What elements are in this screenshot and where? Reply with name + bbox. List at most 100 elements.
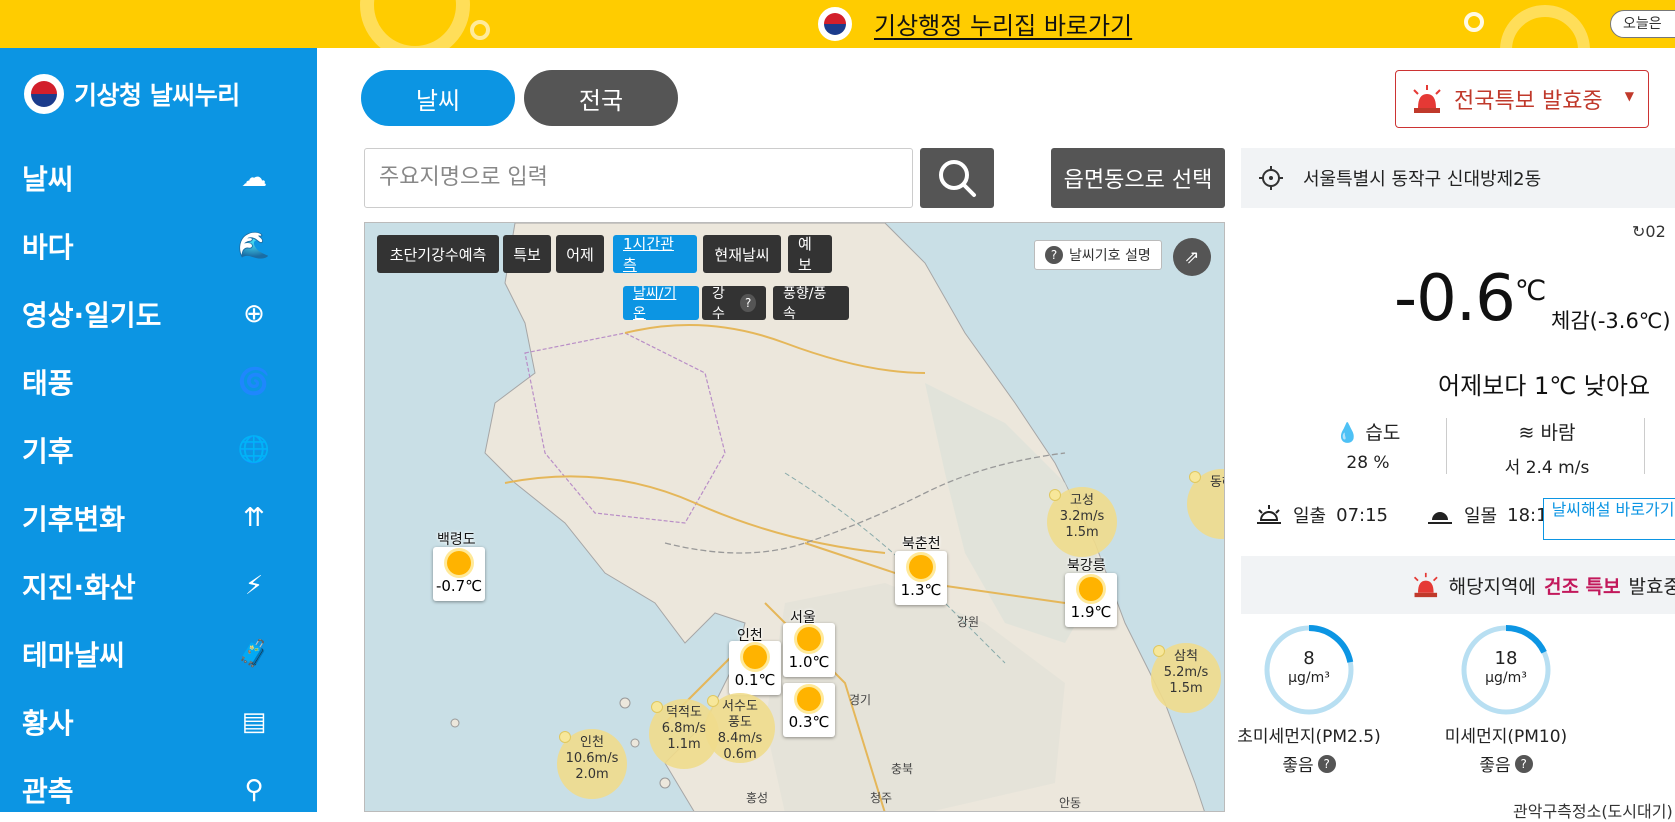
sea-level-rise-icon: ⇈ [243,503,265,533]
siren-icon [1413,85,1441,113]
sidebar-item[interactable]: 영상·일기도 ⊕ [0,280,317,348]
map-place-label: 홍성 [746,791,769,805]
map-subtab[interactable]: 풍향/풍속 [773,286,849,322]
gauge-unit: μg/m³ [1288,670,1330,686]
sidebar-item[interactable]: 관측 ⚲ [0,756,317,812]
station-temp: 1.0℃ [788,653,830,671]
regional-alert-banner[interactable]: 해당지역에 건조 특보 발효중 [1241,556,1675,614]
search-input[interactable]: 주요지명으로 입력 [364,148,913,208]
gauge-value: 18 [1494,648,1518,669]
map-tab[interactable]: 예보 [788,235,832,274]
sun-icon [909,555,933,579]
weather-map[interactable]: 초단기강수예측 특보 어제 1시간관측 현재날씨 예보 날씨/기온 강수? 풍향/풍속 ? 날… [364,222,1225,812]
sidebar-item-label: 황사 [22,707,74,740]
air-quality-gauge: 18 μg/m³ 미세먼지(PM10) 좋음? [1420,624,1592,776]
today-button[interactable]: 오늘은 [1610,10,1675,38]
station-marker[interactable]: 1.3℃ [895,551,947,605]
station-marker[interactable]: 0.3℃ [783,683,835,737]
sidebar-item-label: 날씨 [22,163,74,196]
map-place-label: 충북 [891,762,914,776]
map-tab[interactable]: 어제 [556,235,604,273]
national-alert-dropdown[interactable]: 전국특보 발효중 ▼ [1395,70,1649,128]
wind-icon: ≋ [1518,422,1535,444]
weather-symbol-legend-button[interactable]: ? 날씨기호 설명 [1034,240,1162,270]
wind-label: 바람 [1540,422,1576,444]
caret-down-icon: ▼ [1624,89,1634,103]
divider [1644,418,1645,474]
brand-logo[interactable]: 기상청 날씨누리 [24,74,240,114]
help-icon[interactable]: ? [740,294,756,312]
map-place-label: 경기 [849,693,872,707]
decor-circle [470,20,490,40]
station-temp: 1.9℃ [1070,603,1112,621]
buoy-wind: 3.2m/s [1059,509,1105,524]
map-place-label: 청주 [870,791,893,805]
map-subtab-label: 풍향/풍속 [783,286,827,322]
observation-icon: ⚲ [244,775,264,805]
top-banner: 기상행정 누리집 바로가기 오늘은 [0,0,1675,48]
select-by-dong-button[interactable]: 읍면동으로 선택 [1051,148,1225,208]
buoy-wave: 0.6m [723,747,757,762]
decor-circle [1500,5,1590,48]
sidebar-item[interactable]: 바다 🌊 [0,212,317,280]
admin-portal-link[interactable]: 기상행정 누리집 바로가기 [818,6,1132,41]
sidebar-item-label: 테마날씨 [22,639,126,672]
gauge-unit: μg/m³ [1485,670,1527,686]
sunrise-time: 07:15 [1336,504,1388,526]
refresh-button[interactable]: ↻02 [1632,222,1666,241]
taegeuk-logo-icon [818,6,852,41]
station-temp: -0.7℃ [435,577,483,595]
station-marker[interactable]: 0.1℃ [729,641,781,695]
sun-icon [743,645,767,669]
current-temperature: -0.6℃ [1394,262,1546,336]
wind-value: 서 2.4 m/s [1504,458,1590,478]
sun-icon [1079,577,1103,601]
station-name: 백령도 [437,532,476,548]
search-button[interactable] [920,148,994,208]
station-marker[interactable]: 1.9℃ [1065,573,1117,627]
regional-alert-prefix: 해당지역에 [1448,575,1536,598]
sunrise-sunset-row: 일출 07:15 일몰 18:15 [1255,502,1559,528]
sea-buoy-marker[interactable]: 고성 3.2m/s 1.5m [1047,487,1117,557]
sea-buoy-marker[interactable]: 삼척 5.2m/s 1.5m [1151,643,1221,713]
current-location-bar[interactable]: 서울특별시 동작구 신대방제2동 [1241,148,1675,208]
sea-buoy-marker[interactable]: 서수도 풍도 8.4m/s 0.6m [705,693,775,763]
sidebar-item[interactable]: 황사 ▤ [0,688,317,756]
gauge-status: 좋음 [1282,756,1314,776]
help-icon[interactable]: ? [1514,754,1533,773]
sun-icon [447,551,471,575]
map-subtab[interactable]: 날씨/기온 [623,286,699,322]
sidebar-item[interactable]: 테마날씨 🧳 [0,620,317,688]
admin-portal-link-label[interactable]: 기상행정 누리집 바로가기 [874,6,1132,41]
map-subtab[interactable]: 강수? [702,286,766,322]
sidebar-item[interactable]: 기후변화 ⇈ [0,484,317,552]
weather-description-button[interactable]: 날씨해설 바로가기 [1543,498,1675,540]
search-icon [939,160,976,197]
map-place-label: 안동 [1059,796,1082,810]
brand-name: 기상청 날씨누리 [74,81,240,110]
external-link-icon[interactable]: ⇗ [1173,238,1211,276]
sea-buoy-marker[interactable]: 인천 10.6m/s 2.0m [557,729,627,799]
help-icon[interactable]: ? [1317,754,1336,773]
station-name: 북춘천 [902,536,941,552]
tab-weather[interactable]: 날씨 [361,70,515,126]
station-marker[interactable]: 1.0℃ [783,623,835,677]
gauge-ring: 18 μg/m³ [1460,624,1552,716]
current-temperature-value: -0.6 [1394,262,1516,336]
weather-icon: ☁ [241,163,267,193]
globe-thermometer-icon: 🌐 [237,435,271,465]
sidebar-item[interactable]: 지진·화산 ⚡ [0,552,317,620]
map-tab[interactable]: 초단기강수예측 [377,235,499,273]
station-marker[interactable]: -0.7℃ [433,547,485,601]
tab-nation[interactable]: 전국 [524,70,678,126]
map-tab[interactable]: 현재날씨 [703,235,781,273]
droplet-icon: 💧 [1335,422,1360,444]
map-tab[interactable]: 1시간관측 [613,235,697,274]
sunrise-label: 일출 [1293,506,1327,527]
sidebar-item[interactable]: 기후 🌐 [0,416,317,484]
buoy-wind: 5.2m/s [1163,665,1209,680]
sidebar-item[interactable]: 태풍 🌀 [0,348,317,416]
map-tab[interactable]: 특보 [503,235,551,273]
earthquake-icon: ⚡ [244,571,264,601]
sidebar-item[interactable]: 날씨 ☁ [0,144,317,212]
